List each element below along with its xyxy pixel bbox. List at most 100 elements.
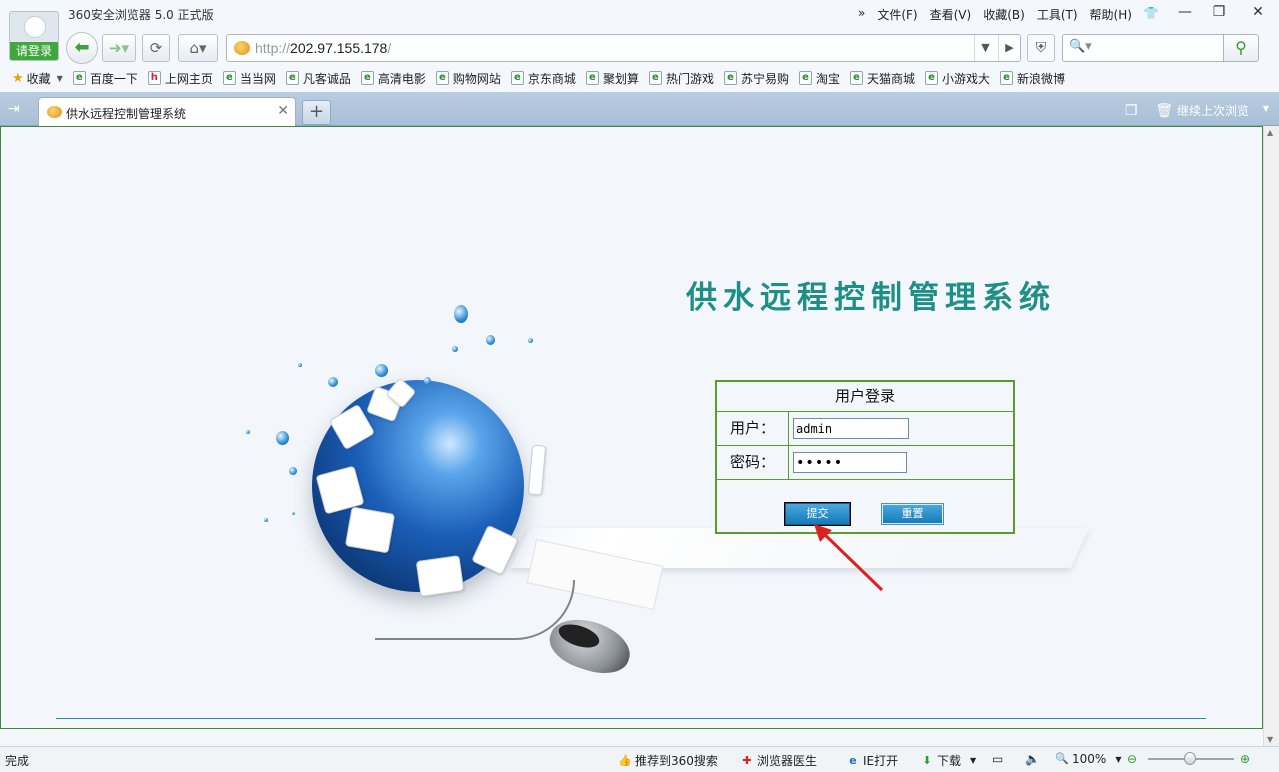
app-title: 360安全浏览器 5.0 正式版 bbox=[68, 8, 214, 22]
bookmark-label: 凡客诚品 bbox=[302, 71, 351, 86]
login-form: 用户登录 用户： 密码： 提交 重置 bbox=[715, 380, 1015, 534]
chevron-down-icon: ▼ bbox=[970, 756, 977, 765]
ie-page-icon: e bbox=[798, 71, 812, 85]
vertical-scrollbar[interactable]: ▲ ▼ bbox=[1263, 126, 1279, 746]
restore-session-button[interactable]: 🗑 继续上次浏览 bbox=[1155, 102, 1249, 119]
security-shield-button[interactable]: ⛨ bbox=[1027, 34, 1055, 62]
bookmark-item[interactable]: e 当当网 bbox=[222, 70, 276, 87]
screen-icon[interactable]: ▭ bbox=[992, 752, 1003, 766]
bookmark-item[interactable]: e 百度一下 bbox=[72, 70, 138, 87]
search-engine-icon[interactable]: 🔍▾ bbox=[1069, 39, 1092, 54]
bookmark-item[interactable]: e 热门游戏 bbox=[648, 70, 714, 87]
restore-button[interactable]: ❐ bbox=[1204, 2, 1234, 24]
hao-icon: h bbox=[147, 71, 161, 85]
skin-shirt-icon[interactable]: 👕 bbox=[1144, 6, 1159, 23]
menu-help[interactable]: 帮助(H) bbox=[1090, 6, 1132, 23]
bookmark-item[interactable]: e 新浪微博 bbox=[1000, 70, 1065, 87]
bookmark-label: 新浪微博 bbox=[1017, 71, 1066, 86]
bookmark-item[interactable]: e 苏宁易购 bbox=[723, 70, 789, 87]
water-drop-decoration bbox=[424, 377, 431, 385]
ie-open-label: IE打开 bbox=[863, 754, 899, 768]
username-label: 用户： bbox=[717, 412, 789, 445]
water-drop-decoration bbox=[328, 377, 338, 387]
puzzle-piece-decoration bbox=[344, 506, 396, 554]
puzzle-piece-decoration bbox=[527, 444, 547, 496]
water-drop-decoration bbox=[298, 363, 302, 367]
tab-list-icon[interactable]: ❐ bbox=[1125, 103, 1138, 119]
trash-icon: 🗑 bbox=[1155, 103, 1174, 119]
back-button[interactable]: ⬅ bbox=[66, 32, 98, 64]
bookmark-label: 当当网 bbox=[239, 71, 276, 86]
bookmark-item[interactable]: e 淘宝 bbox=[798, 70, 840, 87]
bookmark-item[interactable]: e 购物网站 bbox=[435, 70, 501, 87]
menu-more-icon[interactable]: » bbox=[858, 6, 865, 23]
menu-file[interactable]: 文件(F) bbox=[877, 6, 917, 23]
forward-button[interactable]: ➜▾ bbox=[102, 34, 136, 62]
zoom-slider-handle[interactable] bbox=[1184, 752, 1196, 765]
bookmark-item[interactable]: e 凡客诚品 bbox=[285, 70, 351, 87]
bookmark-item[interactable]: h 上网主页 bbox=[147, 70, 213, 87]
scroll-up-icon[interactable]: ▲ bbox=[1267, 128, 1273, 137]
zoom-in-button[interactable]: ⊕ bbox=[1240, 752, 1250, 766]
home-button[interactable]: ⌂▾ bbox=[178, 34, 218, 62]
water-drop-decoration bbox=[289, 467, 297, 475]
search-button[interactable]: ⚲ bbox=[1223, 34, 1259, 62]
menu-favorites[interactable]: 收藏(B) bbox=[983, 6, 1025, 23]
download-button[interactable]: ⬇ 下载 ▼ bbox=[920, 752, 976, 769]
bookmark-item[interactable]: e 天猫商城 bbox=[850, 70, 915, 87]
username-input[interactable] bbox=[793, 418, 909, 439]
zoom-menu[interactable]: 🔍 100% ▼ bbox=[1055, 752, 1121, 766]
bookmark-label: 百度一下 bbox=[89, 71, 138, 86]
tab-favicon-icon bbox=[47, 106, 62, 118]
bookmark-item[interactable]: e 小游戏大 bbox=[925, 70, 990, 87]
login-prompt[interactable]: 请登录 bbox=[10, 42, 58, 60]
url-path: / bbox=[387, 40, 392, 56]
sound-icon[interactable]: 🔈 bbox=[1025, 752, 1040, 766]
address-dropdown-icon[interactable]: ▼ bbox=[974, 35, 996, 61]
browser-doctor-button[interactable]: ✚ 浏览器医生 bbox=[740, 752, 817, 769]
url-host: 202.97.155.178 bbox=[290, 40, 388, 56]
search-input[interactable]: 🔍▾ bbox=[1062, 34, 1224, 62]
bookmark-label: 高清电影 bbox=[377, 71, 426, 86]
refresh-button[interactable]: ⟳ bbox=[142, 34, 170, 62]
chevron-down-icon: ▼ bbox=[56, 73, 63, 83]
bookmark-favorites[interactable]: ★ 收藏 ▼ bbox=[12, 70, 63, 87]
bookmark-item[interactable]: e 聚划算 bbox=[585, 70, 639, 87]
water-drop-decoration bbox=[528, 338, 533, 343]
menu-tools[interactable]: 工具(T) bbox=[1037, 6, 1078, 23]
plus-icon: + bbox=[308, 101, 325, 122]
url-text[interactable]: http://202.97.155.178/ bbox=[255, 40, 391, 56]
scroll-down-icon[interactable]: ▼ bbox=[1267, 735, 1273, 744]
status-bar: 完成 👍 推荐到360搜索 ✚ 浏览器医生 e IE打开 ⬇ 下载 ▼ ▭ 🔈 🔍 100%… bbox=[0, 746, 1279, 772]
zoom-out-button[interactable]: ⊖ bbox=[1127, 752, 1137, 766]
address-bar[interactable]: http://202.97.155.178/ ▼ ▶ bbox=[226, 34, 1021, 62]
password-input[interactable] bbox=[793, 452, 907, 473]
bookmark-item[interactable]: e 京东商城 bbox=[510, 70, 576, 87]
ie-page-icon: e bbox=[435, 71, 449, 85]
water-drop-decoration bbox=[264, 518, 268, 522]
bookmark-item[interactable]: e 高清电影 bbox=[360, 70, 426, 87]
ie-logo-icon: e bbox=[849, 753, 857, 767]
close-tab-icon[interactable]: ✕ bbox=[277, 103, 289, 119]
menu-view[interactable]: 查看(V) bbox=[930, 6, 972, 23]
recommend-360-button[interactable]: 👍 推荐到360搜索 bbox=[618, 752, 718, 769]
password-label: 密码： bbox=[717, 446, 789, 479]
minimize-button[interactable]: — bbox=[1170, 2, 1200, 24]
sidebar-toggle-icon[interactable]: ⇥ bbox=[8, 101, 20, 117]
status-text: 完成 bbox=[5, 754, 30, 768]
bookmark-label: 热门游戏 bbox=[665, 71, 714, 86]
water-drop-decoration bbox=[276, 431, 289, 445]
ie-page-icon: e bbox=[510, 71, 524, 85]
go-icon[interactable]: ▶ bbox=[998, 35, 1020, 61]
user-avatar[interactable]: 请登录 bbox=[9, 11, 59, 61]
download-arrow-icon: ⬇ bbox=[922, 753, 932, 767]
download-label: 下载 bbox=[937, 754, 962, 768]
tab-menu-dropdown-icon[interactable]: ▼ bbox=[1263, 104, 1269, 113]
new-tab-button[interactable]: + bbox=[302, 100, 331, 125]
annotation-arrow-icon bbox=[814, 524, 884, 592]
first-aid-icon: ✚ bbox=[742, 753, 752, 767]
reset-button[interactable]: 重置 bbox=[881, 503, 944, 525]
close-window-button[interactable]: ✕ bbox=[1243, 2, 1273, 24]
ie-open-button[interactable]: e IE打开 bbox=[846, 752, 898, 769]
tab-active[interactable]: 供水远程控制管理系统 ✕ bbox=[38, 97, 296, 127]
